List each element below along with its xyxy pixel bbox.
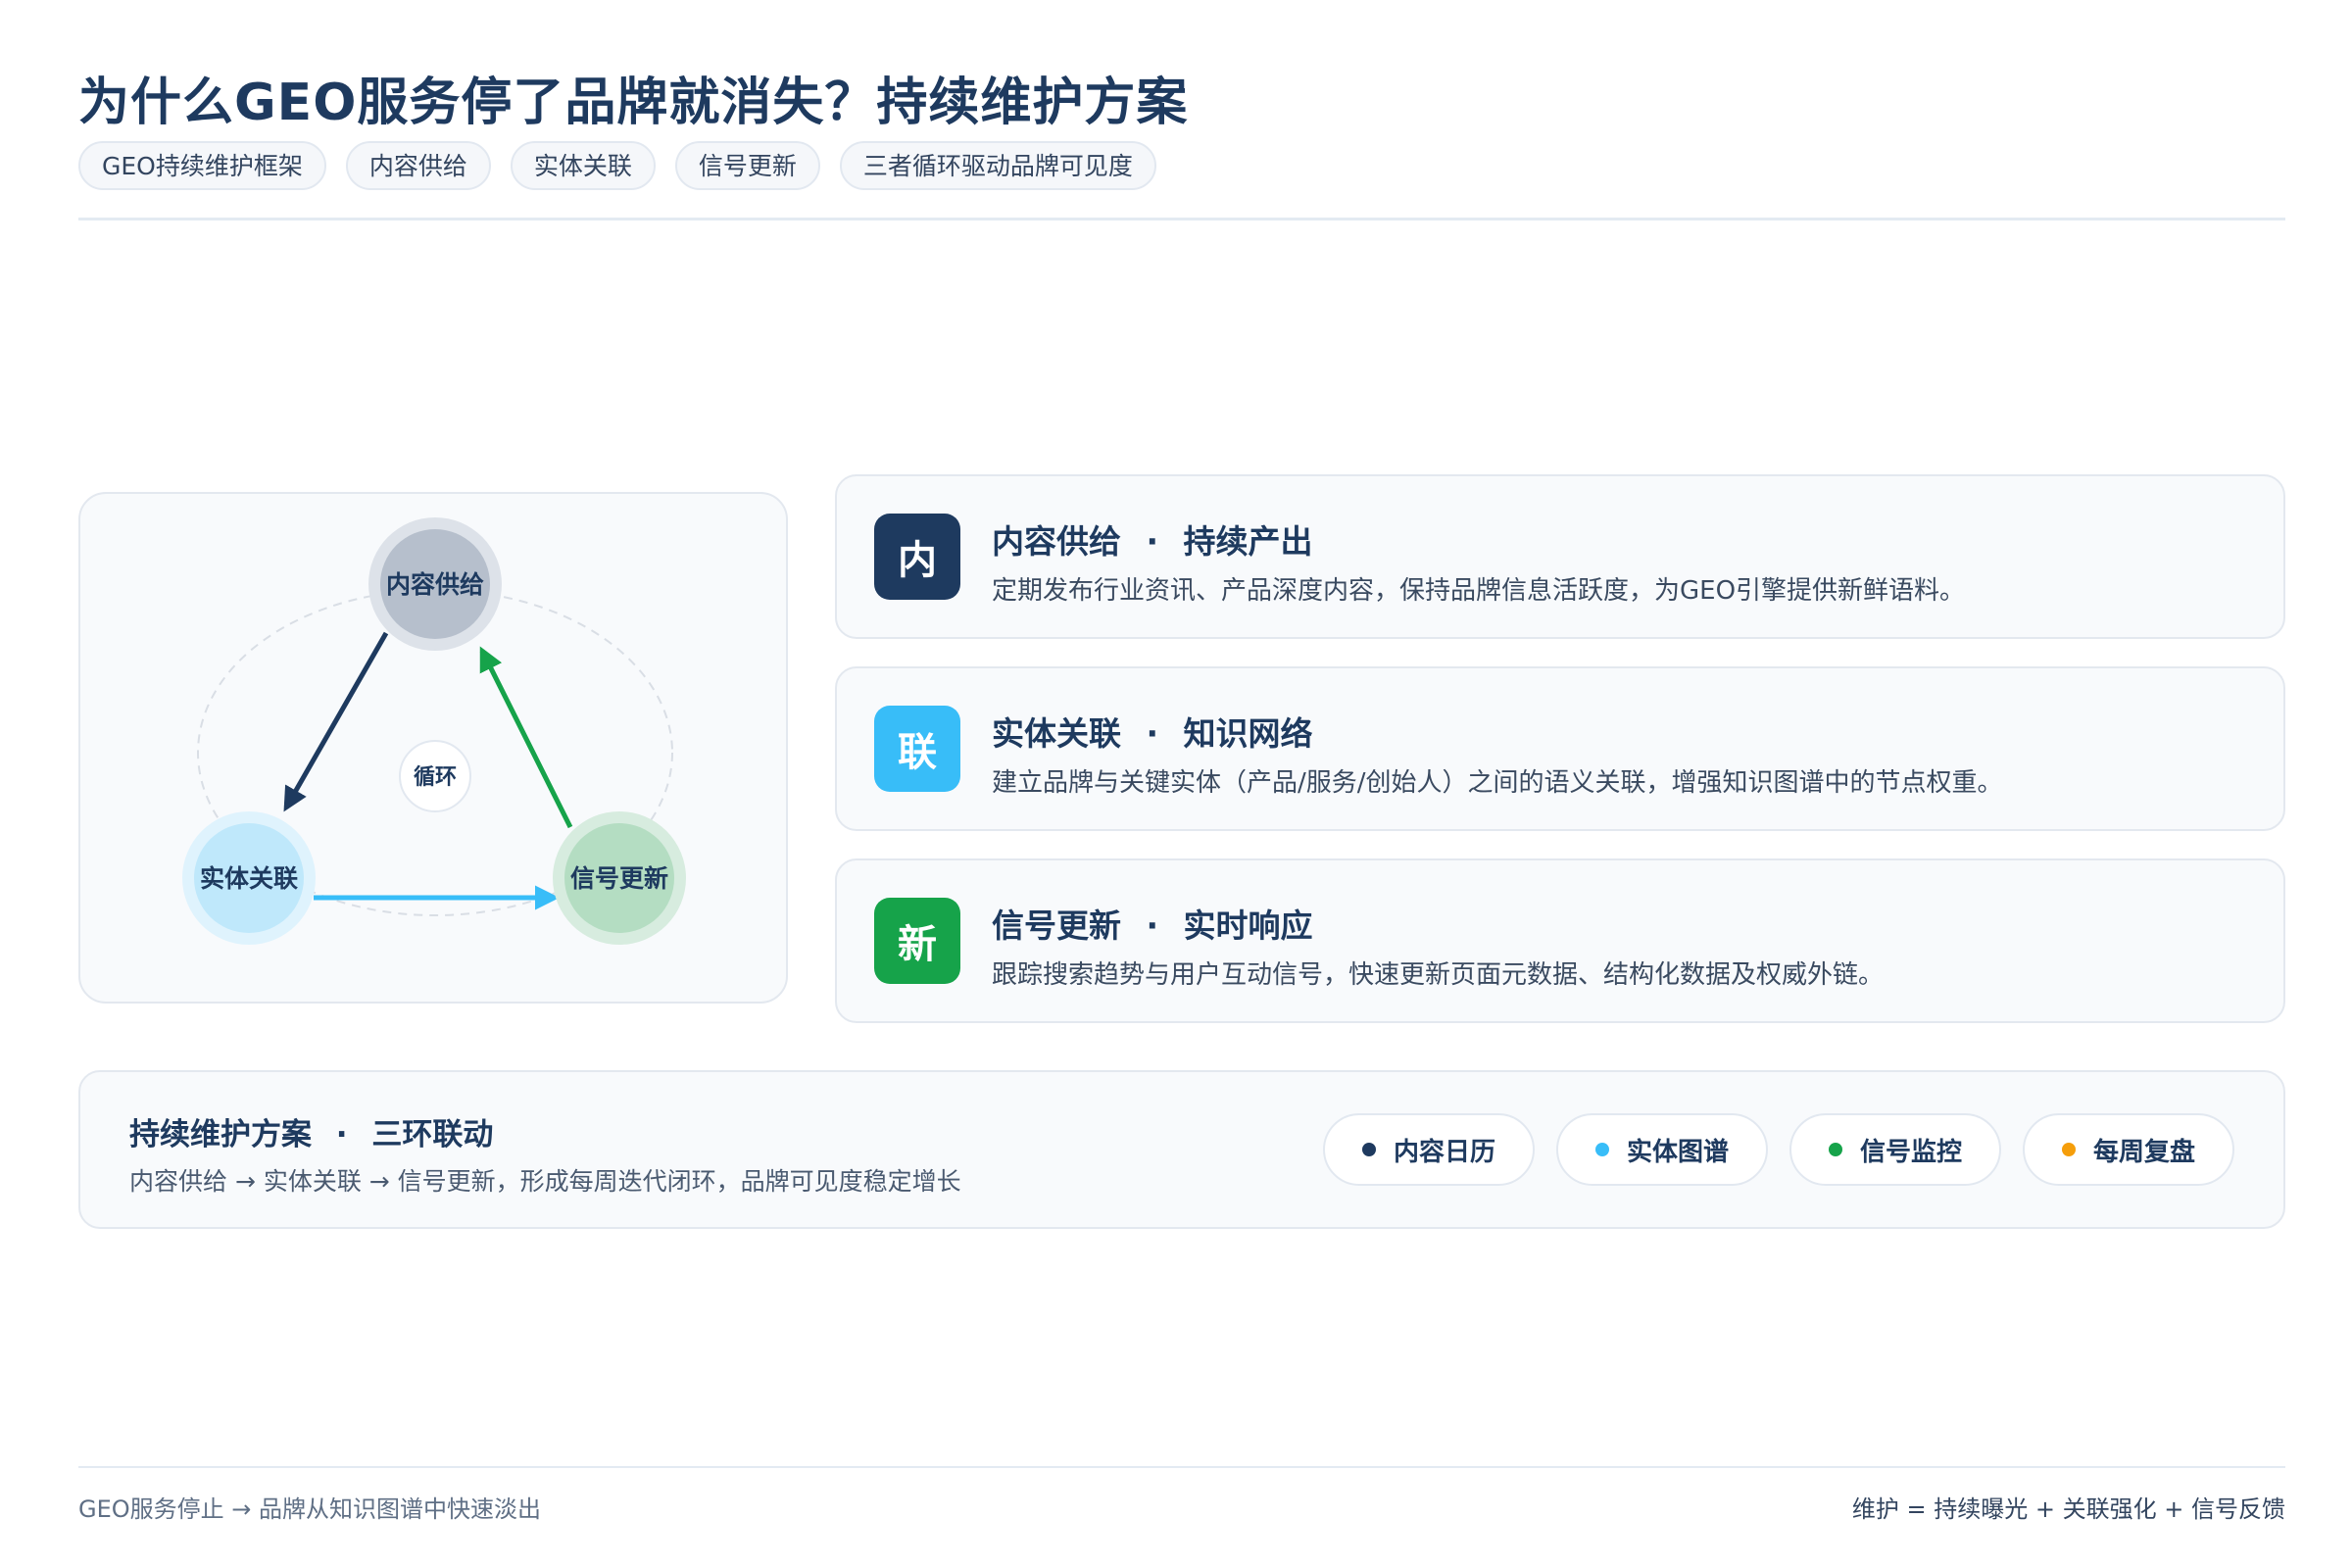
- cycle-center-label: 循环: [414, 764, 457, 790]
- pill-label: 内容日历: [1393, 1137, 1495, 1167]
- blue-dot-icon: [1594, 1143, 1609, 1156]
- arrow-content-to-entity: [283, 631, 389, 812]
- feature-card-entity[interactable]: 联 实体关联 · 知识网络 建立品牌与关键实体（产品/服务/创始人）之间的语义关…: [835, 666, 2285, 831]
- feature-description: 定期发布行业资讯、产品深度内容，保持品牌信息活跃度，为GEO引擎提供新鲜语料。: [992, 576, 1966, 606]
- entity-badge-icon: 联: [874, 706, 960, 792]
- feature-subtitle: 实时响应: [1183, 906, 1313, 945]
- navy-dot-icon: [1361, 1143, 1376, 1156]
- node-content-supply-label: 内容供给: [386, 570, 484, 599]
- node-content-supply[interactable]: 内容供给: [368, 517, 502, 651]
- tag-framework[interactable]: GEO持续维护框架: [78, 141, 326, 190]
- pill-content-calendar[interactable]: 内容日历: [1323, 1113, 1535, 1186]
- feature-heading: 实体关联 · 知识网络: [992, 708, 1313, 755]
- content-badge-icon: 内: [874, 514, 960, 600]
- plan-description: 内容供给 → 实体关联 → 信号更新，形成每周迭代闭环，品牌可见度稳定增长: [129, 1167, 961, 1196]
- feature-card-content[interactable]: 内 内容供给 · 持续产出 定期发布行业资讯、产品深度内容，保持品牌信息活跃度，…: [835, 474, 2285, 639]
- feature-subtitle: 持续产出: [1183, 522, 1313, 561]
- feature-separator: ·: [1146, 906, 1159, 945]
- feature-separator: ·: [1146, 714, 1159, 753]
- plan-subtitle: 三环联动: [371, 1117, 494, 1152]
- feature-heading: 信号更新 · 实时响应: [992, 900, 1313, 947]
- feature-separator: ·: [1146, 522, 1159, 561]
- feature-card-signal[interactable]: 新 信号更新 · 实时响应 跟踪搜索趋势与用户互动信号，快速更新页面元数据、结构…: [835, 858, 2285, 1023]
- feature-heading: 内容供给 · 持续产出: [992, 515, 1313, 563]
- pill-label: 每周复盘: [2092, 1137, 2195, 1167]
- orange-dot-icon: [2061, 1143, 2076, 1156]
- signal-badge-icon: 新: [874, 898, 960, 984]
- pill-label: 信号监控: [1859, 1137, 1962, 1167]
- plan-title: 持续维护方案: [129, 1117, 312, 1152]
- node-signal-update[interactable]: 信号更新: [553, 811, 686, 945]
- page: 为什么GEO服务停了品牌就消失？持续维护方案 GEO持续维护框架 内容供给 实体…: [0, 0, 2352, 1568]
- cycle-diagram: 内容供给 实体关联 信号更新 循环: [182, 517, 686, 945]
- tag-list: GEO持续维护框架 内容供给 实体关联 信号更新 三者循环驱动品牌可见度: [78, 141, 1156, 190]
- pill-label: 实体图谱: [1626, 1137, 1729, 1167]
- cycle-diagram-card: 内容供给 实体关联 信号更新 循环: [78, 492, 788, 1004]
- pill-entity-graph[interactable]: 实体图谱: [1556, 1113, 1768, 1186]
- feature-subtitle: 知识网络: [1183, 714, 1313, 753]
- green-dot-icon: [1828, 1143, 1842, 1156]
- pill-weekly-review[interactable]: 每周复盘: [2023, 1113, 2234, 1186]
- page-title: 为什么GEO服务停了品牌就消失？持续维护方案: [78, 74, 1189, 132]
- tag-content-supply[interactable]: 内容供给: [345, 141, 491, 190]
- footer-divider: [78, 1466, 2285, 1468]
- feature-title: 内容供给: [992, 522, 1121, 561]
- header-divider: [78, 218, 2285, 220]
- arrow-signal-to-content: [479, 646, 573, 829]
- plan-separator: ·: [335, 1117, 348, 1152]
- feature-description: 建立品牌与关键实体（产品/服务/创始人）之间的语义关联，增强知识图谱中的节点权重…: [992, 768, 2003, 798]
- pill-signal-monitor[interactable]: 信号监控: [1789, 1113, 2001, 1186]
- footer-note-right: 维护 = 持续曝光 + 关联强化 + 信号反馈: [1851, 1495, 2285, 1523]
- plan-pill-list: 内容日历 实体图谱 信号监控 每周复盘: [1323, 1113, 2234, 1186]
- node-entity-link[interactable]: 实体关联: [182, 811, 316, 945]
- maintenance-plan-card: 持续维护方案 · 三环联动 内容供给 → 实体关联 → 信号更新，形成每周迭代闭…: [78, 1070, 2285, 1229]
- tag-signal-update[interactable]: 信号更新: [674, 141, 820, 190]
- node-signal-update-label: 信号更新: [570, 864, 668, 893]
- feature-title: 实体关联: [992, 714, 1121, 753]
- plan-heading: 持续维护方案 · 三环联动: [129, 1109, 493, 1153]
- tag-cycle-visibility[interactable]: 三者循环驱动品牌可见度: [839, 141, 1156, 190]
- feature-title: 信号更新: [992, 906, 1121, 945]
- cycle-center: 循环: [399, 740, 471, 812]
- footer-note-left: GEO服务停止 → 品牌从知识图谱中快速淡出: [78, 1495, 542, 1523]
- tag-entity-link[interactable]: 实体关联: [510, 141, 656, 190]
- node-entity-link-label: 实体关联: [200, 864, 298, 893]
- feature-description: 跟踪搜索趋势与用户互动信号，快速更新页面元数据、结构化数据及权威外链。: [992, 960, 1885, 990]
